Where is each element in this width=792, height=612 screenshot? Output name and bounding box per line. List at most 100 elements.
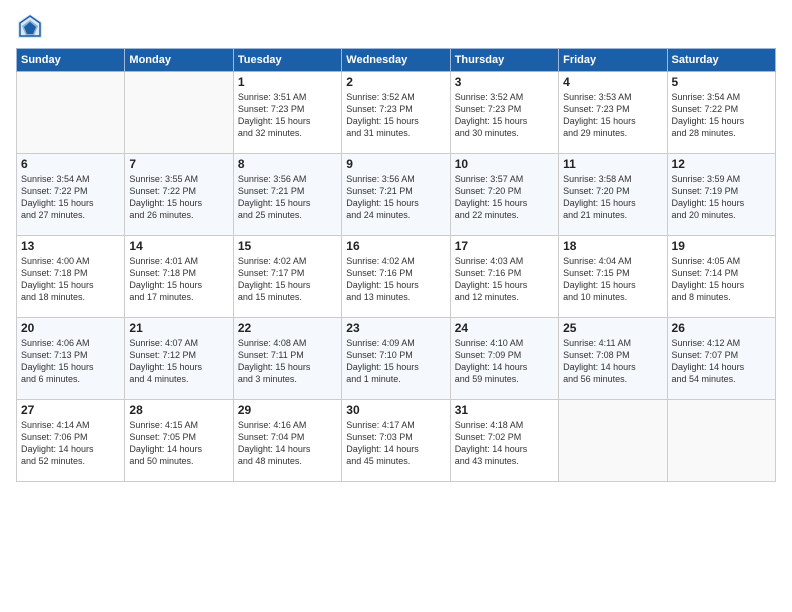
day-header-monday: Monday [125, 49, 233, 72]
cell-text: Sunrise: 3:58 AM Sunset: 7:20 PM Dayligh… [563, 173, 662, 222]
calendar-cell [559, 400, 667, 482]
calendar-cell: 25 Sunrise: 4:11 AM Sunset: 7:08 PM Dayli… [559, 318, 667, 400]
calendar-cell [17, 72, 125, 154]
day-header-friday: Friday [559, 49, 667, 72]
calendar-week-row: 1 Sunrise: 3:51 AM Sunset: 7:23 PM Daylig… [17, 72, 776, 154]
calendar-cell: 30 Sunrise: 4:17 AM Sunset: 7:03 PM Dayli… [342, 400, 450, 482]
cell-text: Sunrise: 3:54 AM Sunset: 7:22 PM Dayligh… [21, 173, 120, 222]
calendar-cell: 8 Sunrise: 3:56 AM Sunset: 7:21 PM Daylig… [233, 154, 341, 236]
calendar-cell: 31 Sunrise: 4:18 AM Sunset: 7:02 PM Dayli… [450, 400, 558, 482]
day-number: 12 [672, 157, 771, 171]
header [16, 12, 776, 40]
day-number: 30 [346, 403, 445, 417]
day-number: 22 [238, 321, 337, 335]
cell-text: Sunrise: 3:53 AM Sunset: 7:23 PM Dayligh… [563, 91, 662, 140]
cell-text: Sunrise: 4:01 AM Sunset: 7:18 PM Dayligh… [129, 255, 228, 304]
day-number: 4 [563, 75, 662, 89]
cell-text: Sunrise: 4:07 AM Sunset: 7:12 PM Dayligh… [129, 337, 228, 386]
day-number: 24 [455, 321, 554, 335]
calendar-cell: 20Sunrise: 4:06 AM Sunset: 7:13 PM Dayli… [17, 318, 125, 400]
cell-text: Sunrise: 4:14 AM Sunset: 7:06 PM Dayligh… [21, 419, 120, 468]
calendar-cell: 15 Sunrise: 4:02 AM Sunset: 7:17 PM Dayli… [233, 236, 341, 318]
cell-text: Sunrise: 4:17 AM Sunset: 7:03 PM Dayligh… [346, 419, 445, 468]
logo [16, 12, 48, 40]
calendar-cell: 17 Sunrise: 4:03 AM Sunset: 7:16 PM Dayli… [450, 236, 558, 318]
calendar-cell: 28Sunrise: 4:15 AM Sunset: 7:05 PM Dayli… [125, 400, 233, 482]
cell-text: Sunrise: 3:52 AM Sunset: 7:23 PM Dayligh… [455, 91, 554, 140]
cell-text: Sunrise: 3:54 AM Sunset: 7:22 PM Dayligh… [672, 91, 771, 140]
calendar-cell: 21 Sunrise: 4:07 AM Sunset: 7:12 PM Dayli… [125, 318, 233, 400]
day-number: 1 [238, 75, 337, 89]
cell-text: Sunrise: 3:52 AM Sunset: 7:23 PM Dayligh… [346, 91, 445, 140]
cell-text: Sunrise: 4:08 AM Sunset: 7:11 PM Dayligh… [238, 337, 337, 386]
calendar-cell [667, 400, 775, 482]
calendar-week-row: 6 Sunrise: 3:54 AM Sunset: 7:22 PM Daylig… [17, 154, 776, 236]
day-number: 14 [129, 239, 228, 253]
day-number: 16 [346, 239, 445, 253]
calendar-cell: 5 Sunrise: 3:54 AM Sunset: 7:22 PM Daylig… [667, 72, 775, 154]
calendar-cell: 12 Sunrise: 3:59 AM Sunset: 7:19 PM Dayli… [667, 154, 775, 236]
cell-text: Sunrise: 4:15 AM Sunset: 7:05 PM Dayligh… [129, 419, 228, 468]
day-number: 10 [455, 157, 554, 171]
calendar-cell: 29 Sunrise: 4:16 AM Sunset: 7:04 PM Dayli… [233, 400, 341, 482]
day-number: 8 [238, 157, 337, 171]
calendar-cell: 11 Sunrise: 3:58 AM Sunset: 7:20 PM Dayli… [559, 154, 667, 236]
calendar-cell: 24 Sunrise: 4:10 AM Sunset: 7:09 PM Dayli… [450, 318, 558, 400]
calendar-cell: 4 Sunrise: 3:53 AM Sunset: 7:23 PM Daylig… [559, 72, 667, 154]
day-header-saturday: Saturday [667, 49, 775, 72]
calendar-week-row: 27 Sunrise: 4:14 AM Sunset: 7:06 PM Dayli… [17, 400, 776, 482]
day-number: 31 [455, 403, 554, 417]
day-number: 29 [238, 403, 337, 417]
cell-text: Sunrise: 4:16 AM Sunset: 7:04 PM Dayligh… [238, 419, 337, 468]
day-number: 2 [346, 75, 445, 89]
calendar-cell: 19Sunrise: 4:05 AM Sunset: 7:14 PM Dayli… [667, 236, 775, 318]
day-number: 6 [21, 157, 120, 171]
calendar-cell: 10 Sunrise: 3:57 AM Sunset: 7:20 PM Dayli… [450, 154, 558, 236]
cell-text: Sunrise: 4:11 AM Sunset: 7:08 PM Dayligh… [563, 337, 662, 386]
page: SundayMondayTuesdayWednesdayThursdayFrid… [0, 0, 792, 612]
day-number: 11 [563, 157, 662, 171]
cell-text: Sunrise: 3:55 AM Sunset: 7:22 PM Dayligh… [129, 173, 228, 222]
calendar-cell [125, 72, 233, 154]
calendar-cell: 1 Sunrise: 3:51 AM Sunset: 7:23 PM Daylig… [233, 72, 341, 154]
day-header-thursday: Thursday [450, 49, 558, 72]
cell-text: Sunrise: 3:59 AM Sunset: 7:19 PM Dayligh… [672, 173, 771, 222]
cell-text: Sunrise: 4:03 AM Sunset: 7:16 PM Dayligh… [455, 255, 554, 304]
day-number: 5 [672, 75, 771, 89]
day-number: 23 [346, 321, 445, 335]
calendar-cell: 23Sunrise: 4:09 AM Sunset: 7:10 PM Dayli… [342, 318, 450, 400]
cell-text: Sunrise: 3:57 AM Sunset: 7:20 PM Dayligh… [455, 173, 554, 222]
day-number: 17 [455, 239, 554, 253]
cell-text: Sunrise: 4:02 AM Sunset: 7:16 PM Dayligh… [346, 255, 445, 304]
cell-text: Sunrise: 3:51 AM Sunset: 7:23 PM Dayligh… [238, 91, 337, 140]
cell-text: Sunrise: 4:02 AM Sunset: 7:17 PM Dayligh… [238, 255, 337, 304]
day-header-sunday: Sunday [17, 49, 125, 72]
cell-text: Sunrise: 4:04 AM Sunset: 7:15 PM Dayligh… [563, 255, 662, 304]
day-number: 13 [21, 239, 120, 253]
calendar-cell: 27 Sunrise: 4:14 AM Sunset: 7:06 PM Dayli… [17, 400, 125, 482]
calendar-cell: 2 Sunrise: 3:52 AM Sunset: 7:23 PM Daylig… [342, 72, 450, 154]
day-number: 9 [346, 157, 445, 171]
day-header-wednesday: Wednesday [342, 49, 450, 72]
cell-text: Sunrise: 4:05 AM Sunset: 7:14 PM Dayligh… [672, 255, 771, 304]
cell-text: Sunrise: 3:56 AM Sunset: 7:21 PM Dayligh… [238, 173, 337, 222]
day-number: 27 [21, 403, 120, 417]
day-number: 21 [129, 321, 228, 335]
day-number: 3 [455, 75, 554, 89]
calendar-cell: 9 Sunrise: 3:56 AM Sunset: 7:21 PM Daylig… [342, 154, 450, 236]
calendar-cell: 26Sunrise: 4:12 AM Sunset: 7:07 PM Dayli… [667, 318, 775, 400]
cell-text: Sunrise: 3:56 AM Sunset: 7:21 PM Dayligh… [346, 173, 445, 222]
calendar-week-row: 20Sunrise: 4:06 AM Sunset: 7:13 PM Dayli… [17, 318, 776, 400]
calendar-cell: 13 Sunrise: 4:00 AM Sunset: 7:18 PM Dayli… [17, 236, 125, 318]
day-number: 18 [563, 239, 662, 253]
calendar-cell: 22 Sunrise: 4:08 AM Sunset: 7:11 PM Dayli… [233, 318, 341, 400]
calendar-cell: 14 Sunrise: 4:01 AM Sunset: 7:18 PM Dayli… [125, 236, 233, 318]
day-number: 15 [238, 239, 337, 253]
calendar-cell: 3 Sunrise: 3:52 AM Sunset: 7:23 PM Daylig… [450, 72, 558, 154]
day-number: 25 [563, 321, 662, 335]
calendar-header-row: SundayMondayTuesdayWednesdayThursdayFrid… [17, 49, 776, 72]
cell-text: Sunrise: 4:00 AM Sunset: 7:18 PM Dayligh… [21, 255, 120, 304]
cell-text: Sunrise: 4:18 AM Sunset: 7:02 PM Dayligh… [455, 419, 554, 468]
cell-text: Sunrise: 4:10 AM Sunset: 7:09 PM Dayligh… [455, 337, 554, 386]
calendar-week-row: 13 Sunrise: 4:00 AM Sunset: 7:18 PM Dayli… [17, 236, 776, 318]
